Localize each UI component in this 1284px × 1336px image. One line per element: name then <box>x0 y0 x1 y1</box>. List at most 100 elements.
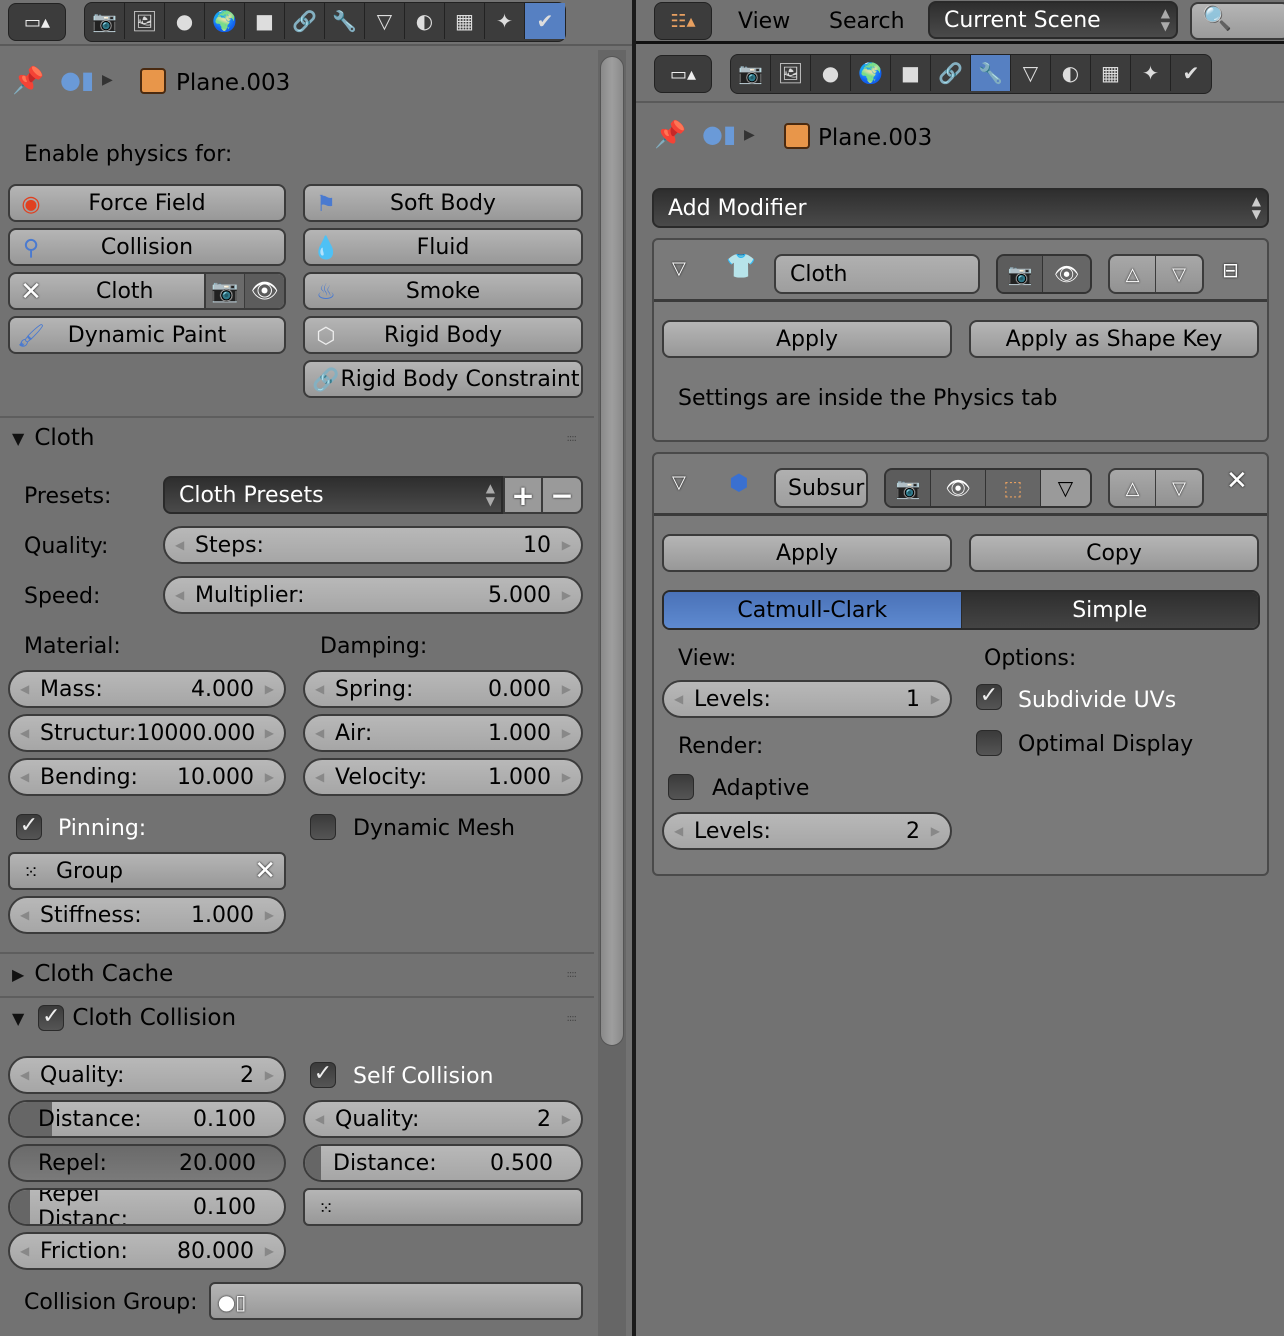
decrement-arrow-icon[interactable]: ◀ <box>315 726 324 740</box>
collapse-triangle-icon[interactable]: ▽ <box>672 258 686 279</box>
tab-data[interactable]: ▽ <box>365 3 405 39</box>
physics-toggle-icon[interactable]: ⊟ <box>1222 258 1239 282</box>
visibility-eye-icon[interactable]: 👁 <box>931 470 987 506</box>
tab-modifiers[interactable]: 🔧 <box>325 3 365 39</box>
pin-icon[interactable]: 📌 <box>12 66 46 100</box>
simple-option[interactable]: Simple <box>961 592 1258 628</box>
collision-group-field[interactable]: ●▯ <box>209 1282 583 1320</box>
decrement-arrow-icon[interactable]: ◀ <box>674 824 683 838</box>
remove-x-icon[interactable]: ✕ <box>16 277 46 307</box>
self-collision-distance-slider[interactable]: Distance: 0.500 <box>303 1144 583 1182</box>
tab-scene[interactable]: ● <box>165 3 205 39</box>
repel-slider[interactable]: Repel: 20.000 <box>8 1144 286 1182</box>
tab-constraints[interactable]: 🔗 <box>285 3 325 39</box>
add-modifier-dropdown[interactable]: Add Modifier ▲ ▼ <box>652 188 1269 228</box>
decrement-arrow-icon[interactable]: ◀ <box>20 908 29 922</box>
increment-arrow-icon[interactable]: ▶ <box>265 726 274 740</box>
increment-arrow-icon[interactable]: ▶ <box>931 692 940 706</box>
tab-render-layers[interactable]: 🖼 <box>125 3 165 39</box>
dynamic-mesh-checkbox[interactable] <box>310 814 336 840</box>
increment-arrow-icon[interactable]: ▶ <box>931 824 940 838</box>
add-preset-button[interactable]: + <box>503 476 543 514</box>
tab-particles[interactable]: ✦ <box>1131 55 1171 91</box>
rigid-body-constraint-button[interactable]: 🔗 Rigid Body Constraint <box>303 360 583 398</box>
view-levels-field[interactable]: ◀ Levels: 1 ▶ <box>662 680 952 718</box>
render-levels-field[interactable]: ◀ Levels: 2 ▶ <box>662 812 952 850</box>
velocity-field[interactable]: ◀ Velocity: 1.000 ▶ <box>303 758 583 796</box>
stiffness-field[interactable]: ◀ Stiffness: 1.000 ▶ <box>8 896 286 934</box>
menu-search[interactable]: Search <box>829 9 905 34</box>
tab-modifiers[interactable]: 🔧 <box>971 55 1011 91</box>
increment-arrow-icon[interactable]: ▶ <box>265 1068 274 1082</box>
decrement-arrow-icon[interactable]: ◀ <box>175 588 184 602</box>
search-input[interactable]: 🔍 <box>1190 2 1284 40</box>
air-field[interactable]: ◀ Air: 1.000 ▶ <box>303 714 583 752</box>
bending-field[interactable]: ◀ Bending: 10.000 ▶ <box>8 758 286 796</box>
increment-arrow-icon[interactable]: ▶ <box>265 682 274 696</box>
tab-constraints[interactable]: 🔗 <box>931 55 971 91</box>
drag-grip-icon[interactable]: :::: <box>567 1013 578 1024</box>
move-down-arrow-icon[interactable]: ▽ <box>1156 470 1202 506</box>
modifier-name-input[interactable]: Cloth <box>774 254 980 294</box>
decrement-arrow-icon[interactable]: ◀ <box>20 726 29 740</box>
visibility-eye-icon[interactable]: 👁 <box>245 274 284 308</box>
decrement-arrow-icon[interactable]: ◀ <box>315 682 324 696</box>
tab-particles[interactable]: ✦ <box>485 3 525 39</box>
pinning-group-field[interactable]: ⁙ Group ✕ <box>8 852 286 890</box>
tab-data[interactable]: ▽ <box>1011 55 1051 91</box>
decrement-arrow-icon[interactable]: ◀ <box>20 1244 29 1258</box>
outliner-editor-type-selector[interactable]: ☷▴ <box>654 2 712 40</box>
tab-scene[interactable]: ● <box>811 55 851 91</box>
soft-body-button[interactable]: ⚑ Soft Body <box>303 184 583 222</box>
tab-texture[interactable]: ▦ <box>1091 55 1131 91</box>
menu-view[interactable]: View <box>738 9 790 34</box>
drag-grip-icon[interactable]: :::: <box>567 433 578 444</box>
render-camera-icon[interactable]: 📷 <box>886 470 932 506</box>
structural-field[interactable]: ◀ Structur: 10000.000 ▶ <box>8 714 286 752</box>
subsurf-apply-button[interactable]: Apply <box>662 534 952 572</box>
spring-field[interactable]: ◀ Spring: 0.000 ▶ <box>303 670 583 708</box>
self-collision-checkbox[interactable]: ✓ <box>310 1062 336 1088</box>
render-camera-icon[interactable]: 📷 <box>206 274 246 308</box>
tab-object[interactable]: ■ <box>891 55 931 91</box>
collision-button[interactable]: ⚲ Collision <box>8 228 286 266</box>
editor-type-selector[interactable]: ▭▴ <box>8 3 66 41</box>
tab-render[interactable]: 📷 <box>731 55 771 91</box>
move-up-arrow-icon[interactable]: △ <box>1110 256 1156 292</box>
decrement-arrow-icon[interactable]: ◀ <box>315 770 324 784</box>
fluid-button[interactable]: 💧 Fluid <box>303 228 583 266</box>
smoke-button[interactable]: ♨ Smoke <box>303 272 583 310</box>
tab-physics[interactable]: ✔ <box>1171 55 1211 91</box>
tab-material[interactable]: ◐ <box>1051 55 1091 91</box>
scrollbar-thumb[interactable] <box>600 56 624 1046</box>
increment-arrow-icon[interactable]: ▶ <box>265 1244 274 1258</box>
cloth-apply-button[interactable]: Apply <box>662 320 952 358</box>
on-cage-icon[interactable]: ▽ <box>1040 470 1090 506</box>
collapse-triangle-icon[interactable]: ▽ <box>672 472 686 493</box>
tab-render-layers[interactable]: 🖼 <box>771 55 811 91</box>
pin-icon[interactable]: 📌 <box>654 120 686 150</box>
modifier-name-input[interactable]: Subsur <box>774 468 868 508</box>
visibility-eye-icon[interactable]: 👁 <box>1043 256 1090 292</box>
repel-distance-slider[interactable]: Repel Distanc: 0.100 <box>8 1188 286 1226</box>
subsurf-copy-button[interactable]: Copy <box>969 534 1259 572</box>
decrement-arrow-icon[interactable]: ◀ <box>20 770 29 784</box>
collision-distance-slider[interactable]: Distance: 0.100 <box>8 1100 286 1138</box>
decrement-arrow-icon[interactable]: ◀ <box>20 682 29 696</box>
increment-arrow-icon[interactable]: ▶ <box>562 1112 571 1126</box>
decrement-arrow-icon[interactable]: ◀ <box>315 1112 324 1126</box>
increment-arrow-icon[interactable]: ▶ <box>562 538 571 552</box>
move-down-arrow-icon[interactable]: ▽ <box>1156 256 1202 292</box>
self-collision-quality-field[interactable]: ◀ Quality: 2 ▶ <box>303 1100 583 1138</box>
force-field-button[interactable]: ◉ Force Field <box>8 184 286 222</box>
edit-mode-icon[interactable]: ⬚ <box>986 470 1041 506</box>
tab-material[interactable]: ◐ <box>405 3 445 39</box>
remove-modifier-x-icon[interactable]: ✕ <box>1226 466 1248 496</box>
remove-preset-button[interactable]: − <box>541 476 583 514</box>
dynamic-paint-button[interactable]: 🖌 Dynamic Paint <box>8 316 286 354</box>
tab-render[interactable]: 📷 <box>85 3 125 39</box>
cloth-collision-checkbox[interactable]: ✓ <box>38 1005 65 1031</box>
tab-world[interactable]: 🌍 <box>851 55 891 91</box>
display-mode-dropdown[interactable]: Current Scene ▲ ▼ <box>928 1 1178 39</box>
editor-type-selector[interactable]: ▭▴ <box>654 55 712 93</box>
